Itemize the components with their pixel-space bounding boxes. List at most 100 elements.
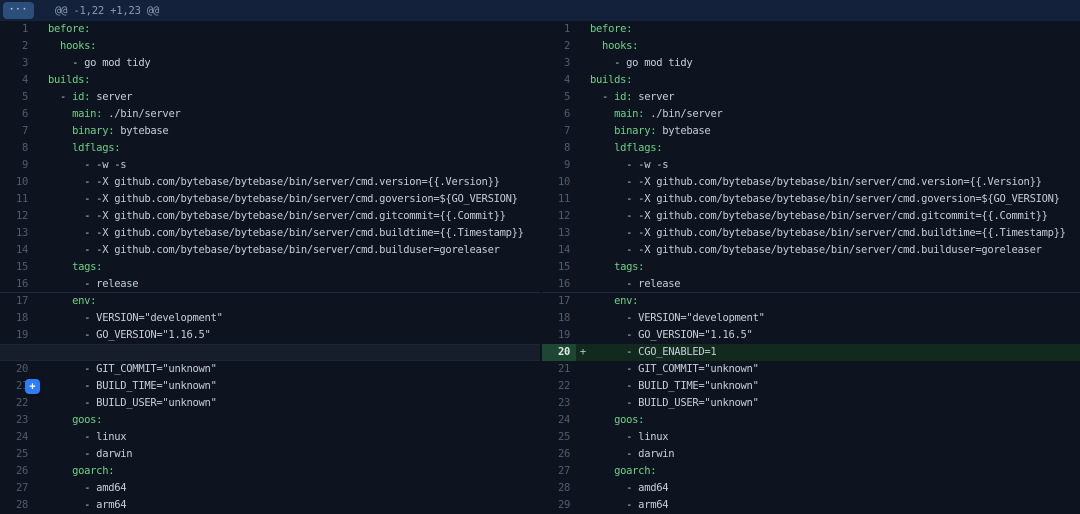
code-segment: bytebase [114,125,168,137]
line-number[interactable]: 8 [542,140,576,157]
gutter-marker [576,378,590,395]
code-segment: - -X github.com/bytebase/bytebase/bin/se… [590,193,1060,205]
line-number[interactable]: 25 [0,446,34,463]
code-segment [590,142,614,154]
add-comment-button[interactable]: + [25,379,40,394]
line-number[interactable]: 22 [0,395,34,412]
line-number[interactable]: 14 [542,242,576,259]
line-number[interactable]: 14 [0,242,34,259]
line-number[interactable]: 24 [0,429,34,446]
line-content: - darwin [590,446,1080,463]
line-number[interactable]: 12 [542,208,576,225]
line-content: - -X github.com/bytebase/bytebase/bin/se… [48,225,540,242]
line-number[interactable]: 20 [542,344,576,361]
diff-row: 25 - linux [542,429,1080,446]
gutter-marker [576,38,590,55]
line-number[interactable]: 1 [542,21,576,38]
gutter-marker [576,123,590,140]
code-segment: - BUILD_USER="unknown" [590,397,759,409]
line-content: - -X github.com/bytebase/bytebase/bin/se… [48,174,540,191]
gutter-marker [576,208,590,225]
plus-icon: + [29,381,35,393]
line-number[interactable]: 7 [542,123,576,140]
gutter-marker [576,327,590,344]
diff-row: 29 - arm64 [542,497,1080,514]
line-content: hooks: [48,38,540,55]
line-number[interactable]: 1 [0,21,34,38]
diff-row: 5 - id: server [0,89,540,106]
line-number[interactable]: 9 [0,157,34,174]
line-number[interactable]: 10 [0,174,34,191]
gutter-marker [34,259,48,276]
line-number[interactable]: 21 [542,361,576,378]
line-content: - id: server [590,89,1080,106]
line-number[interactable]: 22 [542,378,576,395]
line-number[interactable]: 28 [542,480,576,497]
line-number[interactable]: 13 [542,225,576,242]
line-number[interactable]: 9 [542,157,576,174]
code-segment: binary: [614,125,656,137]
gutter-marker [576,157,590,174]
line-number[interactable]: 11 [542,191,576,208]
line-number[interactable]: 28 [0,497,34,514]
line-number[interactable]: 18 [542,310,576,327]
line-number[interactable]: 7 [0,123,34,140]
line-number[interactable]: 18 [0,310,34,327]
line-number[interactable]: 13 [0,225,34,242]
line-number[interactable]: 2 [542,38,576,55]
line-number[interactable]: 6 [542,106,576,123]
line-content: env: [590,293,1080,310]
line-number[interactable]: 11 [0,191,34,208]
line-number[interactable]: 12 [0,208,34,225]
line-number[interactable]: 4 [542,72,576,89]
gutter-marker [34,191,48,208]
code-segment: - BUILD_TIME="unknown" [590,380,759,392]
gutter-marker [576,55,590,72]
code-segment: - arm64 [590,499,668,511]
line-number[interactable]: 20 [0,361,34,378]
line-number[interactable]: 19 [0,327,34,344]
code-segment: - -X github.com/bytebase/bytebase/bin/se… [590,210,1048,222]
code-segment: - -X github.com/bytebase/bytebase/bin/se… [48,193,518,205]
line-number[interactable]: 26 [542,446,576,463]
gutter-marker: + [34,378,48,395]
line-number[interactable]: 5 [542,89,576,106]
line-number[interactable]: 23 [0,412,34,429]
line-content: - VERSION="development" [590,310,1080,327]
line-number[interactable]: 3 [0,55,34,72]
line-number[interactable]: 4 [0,72,34,89]
line-number[interactable]: 26 [0,463,34,480]
line-content: builds: [48,72,540,89]
line-number[interactable]: 27 [0,480,34,497]
gutter-marker [576,140,590,157]
line-number[interactable]: 17 [542,293,576,310]
line-number[interactable]: 17 [0,293,34,310]
code-segment: - BUILD_TIME="unknown" [48,380,217,392]
line-number[interactable]: 25 [542,429,576,446]
gutter-marker [576,480,590,497]
line-number[interactable]: 8 [0,140,34,157]
line-number[interactable]: 19 [542,327,576,344]
line-number[interactable]: 2 [0,38,34,55]
line-number[interactable]: 15 [542,259,576,276]
expand-diff-button[interactable]: ··· [3,2,34,19]
line-number[interactable]: 24 [542,412,576,429]
line-number[interactable]: 15 [0,259,34,276]
line-number[interactable]: 27 [542,463,576,480]
gutter-marker [34,106,48,123]
line-number[interactable]: 16 [0,276,34,292]
diff-row: 4builds: [542,72,1080,89]
line-number[interactable]: 23 [542,395,576,412]
code-segment: hooks: [602,40,638,52]
diff-row: 14 - -X github.com/bytebase/bytebase/bin… [542,242,1080,259]
line-number[interactable]: 16 [542,276,576,292]
line-number[interactable]: 3 [542,55,576,72]
line-number[interactable]: 5 [0,89,34,106]
diff-row: 3 - go mod tidy [542,55,1080,72]
gutter-marker [34,208,48,225]
gutter-marker [576,259,590,276]
line-number[interactable]: 10 [542,174,576,191]
line-number[interactable]: 29 [542,497,576,514]
line-number[interactable]: 6 [0,106,34,123]
line-content: - GO_VERSION="1.16.5" [590,327,1080,344]
